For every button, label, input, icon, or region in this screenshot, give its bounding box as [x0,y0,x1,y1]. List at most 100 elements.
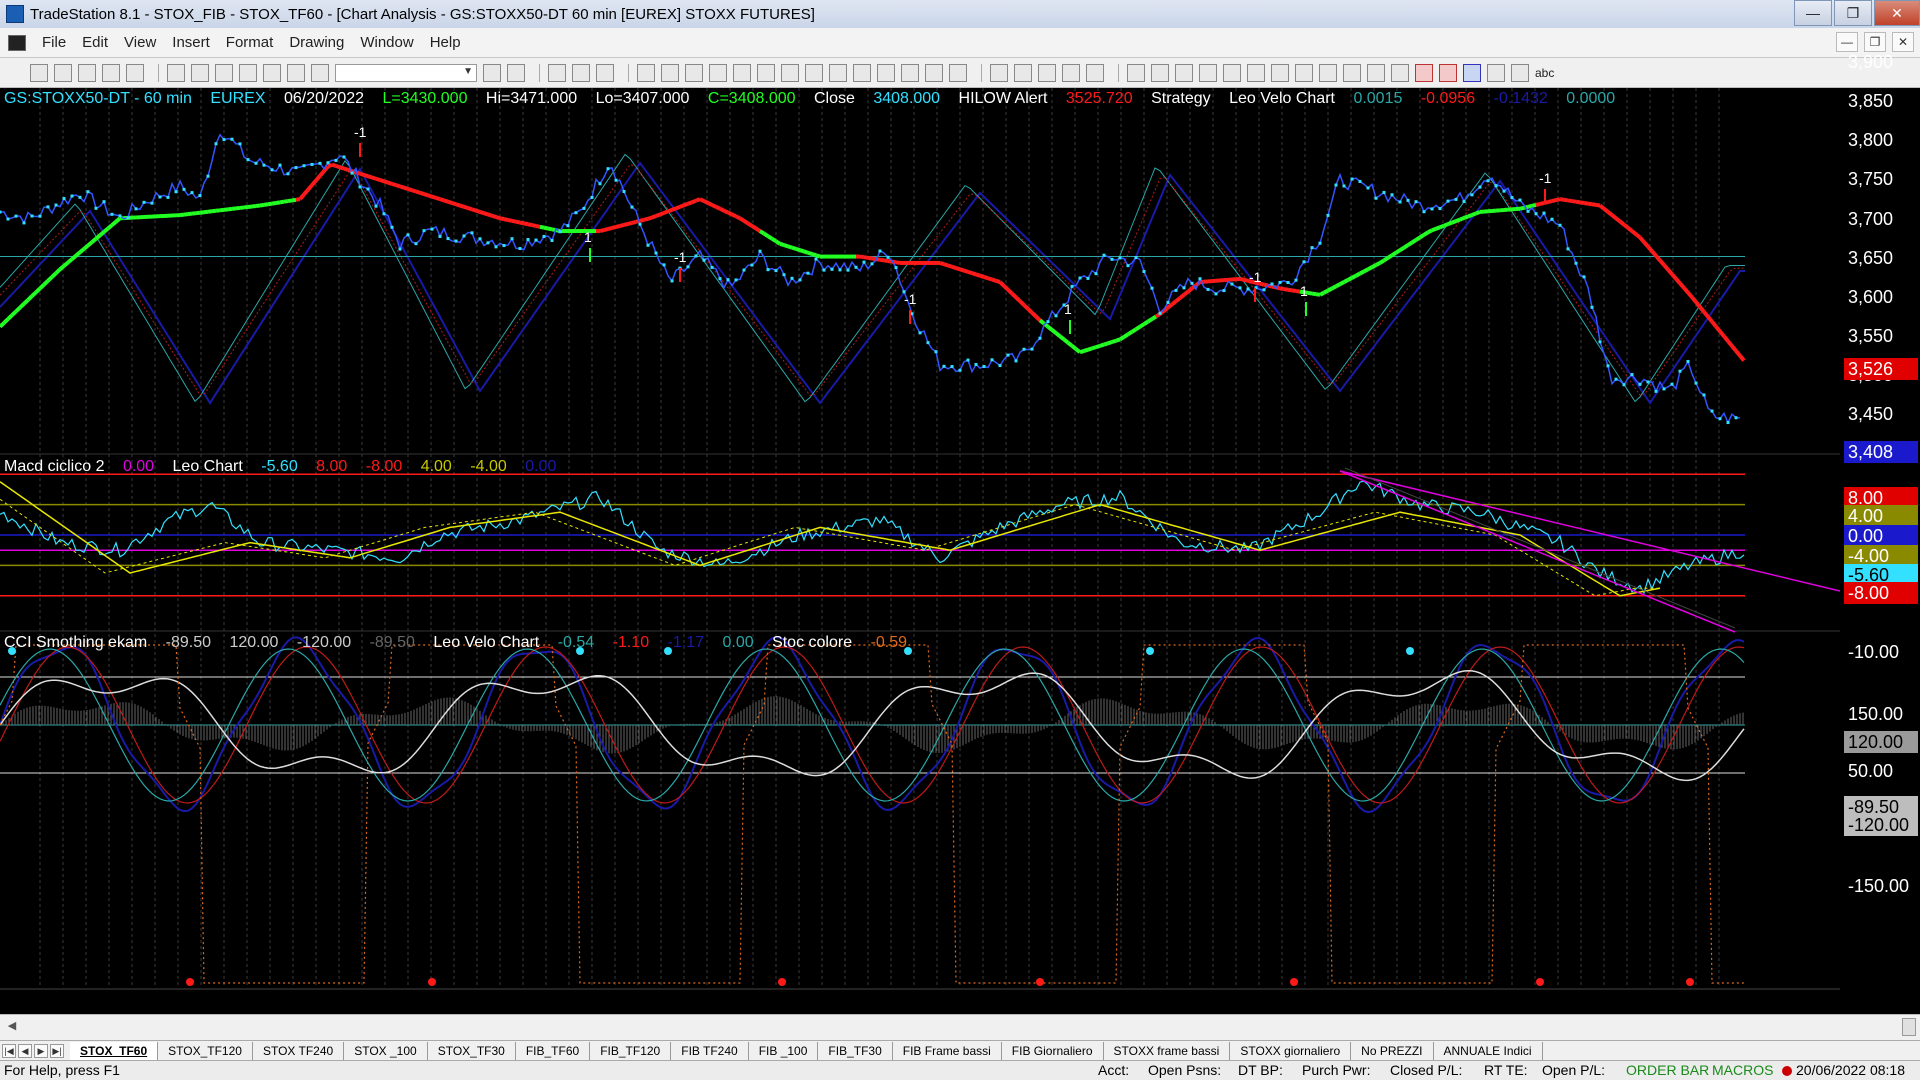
open-icon[interactable] [54,63,72,82]
menu-drawing[interactable]: Drawing [281,34,352,51]
first-sheet-icon[interactable]: |◀ [2,1043,16,1058]
channel-icon[interactable] [1199,63,1217,82]
close-button[interactable]: ✕ [1874,0,1920,26]
save-all-icon[interactable] [102,63,120,82]
save-icon[interactable] [78,63,96,82]
macros-button[interactable]: MACROS [1712,1062,1773,1078]
radar-icon[interactable] [572,63,590,82]
paintbar-icon[interactable] [685,63,703,82]
scroll-left-icon[interactable]: ◀ [4,1019,20,1035]
chart-window-icon[interactable] [8,34,26,51]
template-icon[interactable] [1062,63,1080,82]
trendline-icon[interactable] [1127,63,1145,82]
scroll-thumb[interactable] [1902,1018,1916,1036]
pointer-icon[interactable] [990,63,1008,82]
arc-icon[interactable] [1343,63,1361,82]
prev-sheet-icon[interactable]: ◀ [18,1043,32,1058]
showme-icon[interactable] [709,63,727,82]
format-icon[interactable] [781,63,799,82]
paste-icon[interactable] [287,63,305,82]
globe-icon[interactable] [311,63,329,82]
mdi-close-button[interactable]: ✕ [1892,32,1914,52]
grid-icon[interactable] [1086,63,1104,82]
zoom-in-icon[interactable] [925,63,943,82]
menu-help[interactable]: Help [422,34,469,51]
new-icon[interactable] [30,63,48,82]
rectangle-icon[interactable] [1511,63,1529,82]
crosshair-icon[interactable] [1014,63,1032,82]
activity-icon[interactable] [757,63,775,82]
lock-icon[interactable] [263,63,281,82]
indicator-icon[interactable] [637,63,655,82]
line-icon[interactable] [853,63,871,82]
menu-insert[interactable]: Insert [164,34,218,51]
horizontal-line-icon[interactable] [1151,63,1169,82]
stoc-bottom-dot [186,978,194,986]
scroll-left-icon[interactable] [877,63,895,82]
symbol-dropdown[interactable] [335,63,477,82]
next-sheet-icon[interactable]: ▶ [34,1043,48,1058]
copy-icon[interactable] [239,63,257,82]
sheet-tab[interactable]: FIB_TF30 [818,1041,893,1060]
tools-icon[interactable] [1038,63,1056,82]
menu-view[interactable]: View [116,34,164,51]
sheet-tab[interactable]: No PREZZI [1351,1041,1434,1060]
sheet-tab[interactable]: STOX_TF120 [158,1041,253,1060]
gann-icon[interactable] [1247,63,1265,82]
lookup-icon[interactable] [507,63,525,82]
fib-icon[interactable] [1223,63,1241,82]
print-icon[interactable] [167,63,185,82]
sheet-tab[interactable]: STOXX frame bassi [1104,1041,1231,1060]
chart-icon[interactable] [548,63,566,82]
sheet-tab[interactable]: FIB Giornaliero [1002,1041,1104,1060]
menu-window[interactable]: Window [352,34,421,51]
mdi-minimize-button[interactable]: — [1836,32,1858,52]
arrow-icon[interactable] [1319,63,1337,82]
sheet-tab[interactable]: STOX TF240 [253,1041,345,1060]
sheet-tab[interactable]: STOXX giornaliero [1230,1041,1352,1060]
scroll-right-icon[interactable] [901,63,919,82]
minimize-button[interactable]: — [1794,0,1832,26]
maximize-button[interactable]: ❐ [1834,0,1872,26]
bars-icon[interactable] [805,63,823,82]
sheet-tab[interactable]: STOX_TF60 [70,1041,159,1060]
sheet-tab[interactable]: STOX_TF30 [428,1041,516,1060]
print-preview-icon[interactable] [191,63,209,82]
up-arrow-icon[interactable] [1463,63,1481,82]
menu-edit[interactable]: Edit [74,34,116,51]
cycle-icon[interactable] [1367,63,1385,82]
matrix-icon[interactable] [596,63,614,82]
sheet-tab[interactable]: STOX _100 [344,1041,428,1060]
sheet-tab[interactable]: FIB_TF60 [516,1041,591,1060]
ellipse-icon[interactable] [1487,63,1505,82]
last-sheet-icon[interactable]: ▶| [50,1043,64,1058]
play-icon[interactable] [483,63,501,82]
menu-format[interactable]: Format [218,34,282,51]
text-tool[interactable]: abc [1535,66,1554,80]
probability-icon[interactable] [733,63,751,82]
chart-canvas[interactable]: -1 1 -1 -1 1 -1 1 -1 [0,88,1840,990]
down-arrow-icon[interactable] [1439,63,1457,82]
mdi-restore-button[interactable]: ❐ [1864,32,1886,52]
order-bar-button[interactable]: ORDER BAR [1626,1062,1709,1078]
sheet-tab[interactable]: FIB Frame bassi [893,1041,1002,1060]
pencil-icon[interactable] [1391,63,1409,82]
sheet-tab[interactable]: FIB TF240 [671,1041,749,1060]
strategy-icon[interactable] [661,63,679,82]
zoom-out-icon[interactable] [949,63,967,82]
candles-icon[interactable] [829,63,847,82]
cut-icon[interactable] [215,63,233,82]
chart-area[interactable]: -1 1 -1 -1 1 -1 1 -1 GS:STOXX50-DT - 60 min EUR… [0,88,1840,990]
trend-line [22,298,30,306]
horizontal-scrollbar[interactable]: ◀ [0,1014,1920,1040]
andrews-icon[interactable] [1295,63,1313,82]
vertical-line-icon[interactable] [1175,63,1193,82]
sheet-tab[interactable]: FIB_TF120 [590,1041,672,1060]
trend-line [1583,201,1589,206]
speed-line-icon[interactable] [1271,63,1289,82]
folder-icon[interactable] [126,63,144,82]
red-arrow-icon[interactable] [1415,63,1433,82]
sheet-tab[interactable]: ANNUALE Indici [1434,1041,1543,1060]
menu-file[interactable]: File [34,34,74,51]
sheet-tab[interactable]: FIB _100 [749,1041,819,1060]
